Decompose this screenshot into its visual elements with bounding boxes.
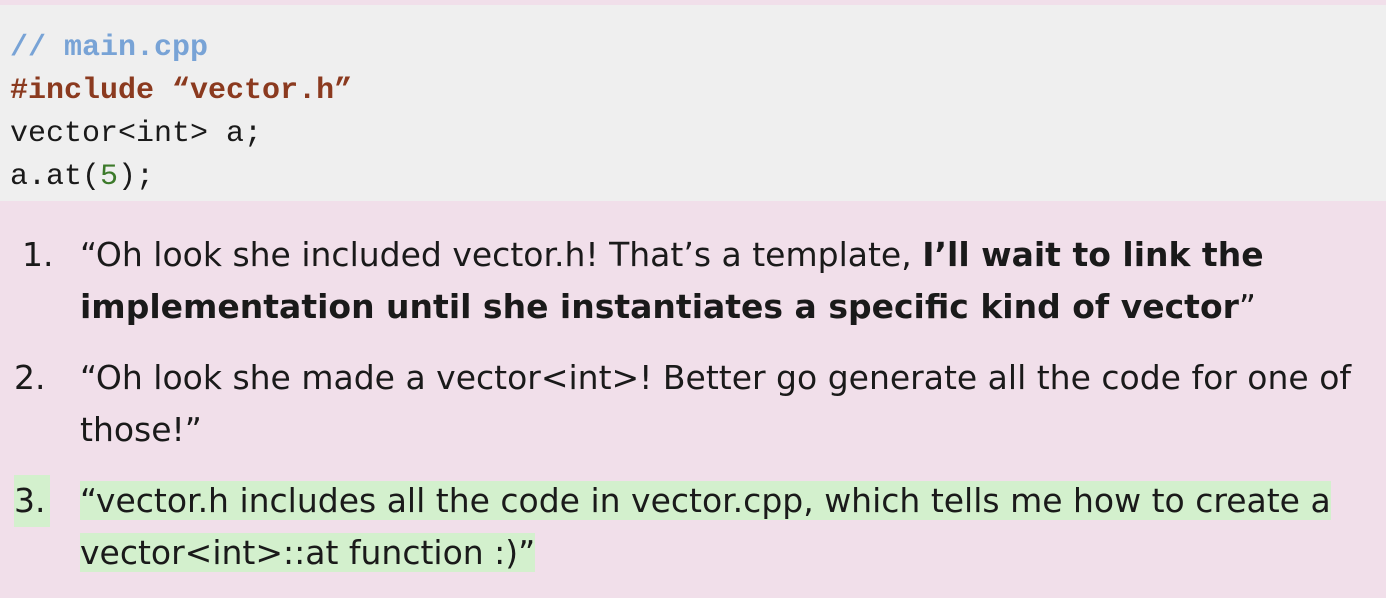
code-line-include: #include “vector.h” (10, 70, 1386, 113)
list-item-1-plain: “Oh look she included vector.h! That’s a… (80, 235, 923, 274)
list-marker-2: 2. (14, 358, 46, 397)
code-line-call: a.at(5); (10, 156, 1386, 199)
code-line-declaration: vector<int> a; (10, 117, 263, 151)
list-item-2-text: “Oh look she made a vector<int>! Better … (80, 358, 1352, 449)
call-prefix: a.at( (10, 160, 101, 194)
code-comment: // main.cpp (10, 31, 209, 65)
list-item-2: 2. “Oh look she made a vector<int>! Bett… (0, 352, 1386, 456)
explanation-list: 1. “Oh look she included vector.h! That’… (0, 229, 1386, 598)
code-line-comment: // main.cpp (10, 27, 1386, 70)
list-item-1-end: ” (1238, 287, 1257, 326)
include-directive: #include (10, 74, 155, 108)
list-item-3: 3. “vector.h includes all the code in ve… (0, 475, 1386, 579)
list-item-1: 1. “Oh look she included vector.h! That’… (0, 229, 1386, 333)
list-item-3-text: “vector.h includes all the code in vecto… (80, 475, 1376, 579)
include-file: “vector.h” (172, 74, 353, 108)
list-item-3-highlight: “vector.h includes all the code in vecto… (80, 481, 1331, 572)
list-marker-3: 3. (14, 475, 50, 527)
list-item-1-text: “Oh look she included vector.h! That’s a… (80, 229, 1376, 333)
call-argument: 5 (100, 160, 119, 194)
code-block: // main.cpp #include “vector.h” vector<i… (0, 5, 1386, 201)
call-suffix: ); (118, 160, 155, 194)
list-marker-1: 1. (22, 235, 54, 274)
